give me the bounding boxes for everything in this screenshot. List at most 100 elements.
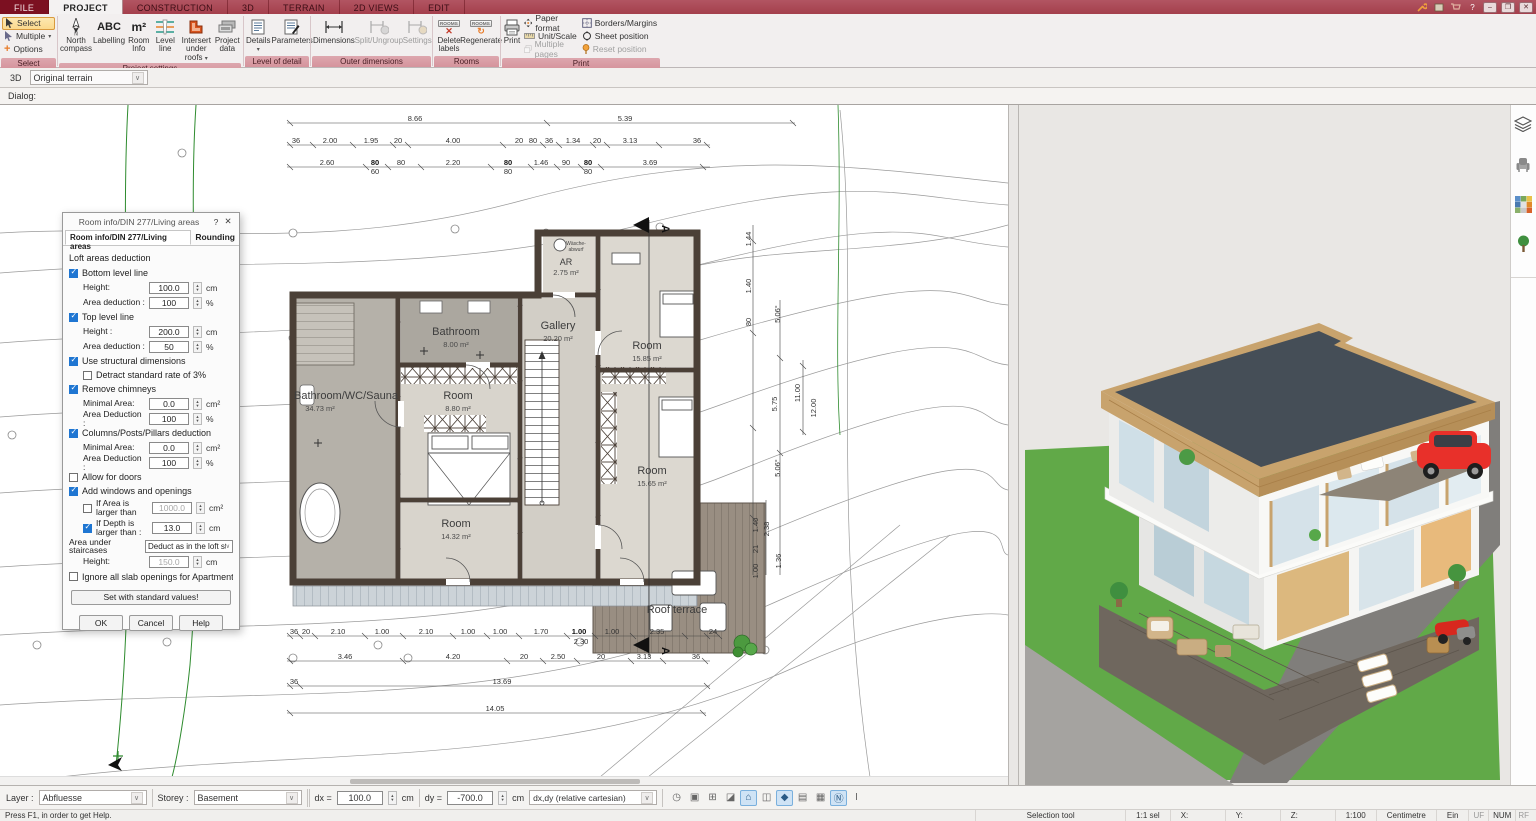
- spinner[interactable]: ▲ ▼: [193, 397, 202, 410]
- spinner[interactable]: ▲ ▼: [193, 441, 202, 454]
- tab-room-info[interactable]: Room info/DIN 277/Living areas: [65, 230, 192, 251]
- texture-view-icon[interactable]: ◫: [758, 790, 775, 806]
- room-info-button[interactable]: m² Room Info: [126, 15, 152, 54]
- tab-2d-views[interactable]: 2D VIEWS: [340, 0, 415, 14]
- dimensions-button[interactable]: Dimensions: [313, 15, 355, 45]
- top-height-input[interactable]: 200.0: [149, 325, 189, 338]
- dialog-titlebar[interactable]: Room info/DIN 277/Living areas ? ✕: [63, 213, 239, 230]
- view-splitter[interactable]: [1008, 105, 1019, 785]
- tab-file[interactable]: FILE: [0, 0, 50, 14]
- render-3d-canvas[interactable]: [1019, 105, 1510, 785]
- top-area-input[interactable]: 50: [149, 340, 189, 353]
- multiple-button[interactable]: Multiple ▾: [2, 30, 55, 43]
- minimize-button[interactable]: –: [1483, 1, 1497, 13]
- ok-button[interactable]: OK: [79, 615, 123, 631]
- regenerate-button[interactable]: ROOMS ↻ Regenerate: [460, 15, 502, 45]
- bottom-level-checkbox[interactable]: [69, 267, 78, 278]
- tab-project[interactable]: PROJECT: [49, 0, 123, 14]
- north-arrow-icon[interactable]: Ⓝ: [830, 789, 848, 806]
- layer-visibility-icon[interactable]: ▤: [794, 790, 811, 806]
- horizontal-scrollbar[interactable]: [0, 776, 1008, 785]
- spinner[interactable]: ▲ ▼: [193, 555, 202, 568]
- columns-area-input[interactable]: 100: [149, 456, 189, 469]
- chimneys-checkbox[interactable]: [69, 383, 78, 394]
- spinner[interactable]: ▲ ▼: [196, 502, 205, 514]
- wrench-icon[interactable]: [1415, 2, 1428, 13]
- multiple-pages-button[interactable]: Multiple pages: [522, 39, 579, 59]
- windows-checkbox[interactable]: [69, 485, 78, 496]
- clock-icon[interactable]: ◷: [668, 790, 685, 806]
- tab-3d[interactable]: 3D: [228, 0, 270, 14]
- package-icon[interactable]: [1432, 2, 1445, 13]
- monitor-icon[interactable]: ▣: [686, 790, 703, 806]
- dy-spinner[interactable]: ▲ ▼: [498, 790, 508, 805]
- furniture-icon[interactable]: [1511, 151, 1535, 177]
- materials-icon[interactable]: [1511, 191, 1535, 217]
- layer-dropdown[interactable]: Abfluesse ∨: [38, 790, 147, 805]
- spinner[interactable]: ▲ ▼: [193, 296, 202, 309]
- coordinate-mode-dropdown[interactable]: dx,dy (relative cartesian) ∨: [529, 790, 658, 805]
- intersect-under-roofs-button[interactable]: Intersert under roofs ▾: [179, 15, 213, 62]
- print-button[interactable]: Print: [503, 15, 521, 45]
- tab-terrain[interactable]: TERRAIN: [269, 0, 340, 14]
- tab-rounding[interactable]: Rounding: [191, 230, 239, 245]
- terrain-select[interactable]: Original terrain ∨: [29, 70, 148, 85]
- cancel-button[interactable]: Cancel: [129, 615, 173, 631]
- status-ein[interactable]: Ein: [1435, 810, 1469, 821]
- chimney-area-input[interactable]: 100: [149, 412, 189, 425]
- details-button[interactable]: Details ▾: [246, 15, 270, 54]
- terrain-view-icon[interactable]: ⌂: [740, 789, 758, 806]
- spinner[interactable]: ▲ ▼: [193, 412, 202, 425]
- if-area-input[interactable]: 1000.0: [152, 502, 192, 514]
- if-depth-checkbox[interactable]: [83, 522, 92, 533]
- dialog-close-button[interactable]: ✕: [222, 216, 234, 227]
- tab-edit[interactable]: EDIT: [414, 0, 465, 14]
- ignore-slab-checkbox[interactable]: [69, 572, 78, 581]
- sheet-position-button[interactable]: Sheet position: [580, 30, 659, 43]
- options-button[interactable]: + Options: [2, 43, 55, 56]
- spinner[interactable]: ▲ ▼: [193, 281, 202, 294]
- close-button[interactable]: ✕: [1519, 1, 1533, 13]
- columns-min-input[interactable]: 0.0: [149, 441, 189, 454]
- cursor-beam-icon[interactable]: I: [848, 790, 865, 806]
- columns-checkbox[interactable]: [69, 427, 78, 438]
- labelling-button[interactable]: ABC Labelling: [93, 15, 125, 45]
- if-area-checkbox[interactable]: [83, 503, 92, 513]
- tab-construction[interactable]: CONSTRUCTION: [123, 0, 228, 14]
- delete-labels-button[interactable]: ROOMS ✕ Delete labels: [435, 15, 463, 54]
- marker-icon[interactable]: ◪: [722, 790, 739, 806]
- spinner[interactable]: ▲ ▼: [193, 456, 202, 469]
- detract-checkbox[interactable]: [83, 370, 92, 380]
- restore-button[interactable]: ❐: [1501, 1, 1515, 13]
- project-data-button[interactable]: Project data: [215, 15, 241, 54]
- stair-height-input[interactable]: 150.0: [149, 555, 189, 568]
- level-line-button[interactable]: Level line: [153, 15, 179, 54]
- select-button[interactable]: Select: [2, 16, 55, 30]
- help-button[interactable]: Help: [179, 615, 223, 631]
- chimney-min-input[interactable]: 0.0: [149, 397, 189, 410]
- spinner[interactable]: ▲ ▼: [196, 522, 205, 534]
- scrollbar-thumb[interactable]: [350, 779, 640, 784]
- north-compass-button[interactable]: N North compass: [60, 15, 92, 54]
- top-level-checkbox[interactable]: [69, 311, 78, 322]
- status-scale[interactable]: 1:100: [1334, 810, 1376, 821]
- plants-icon[interactable]: [1511, 231, 1535, 257]
- reset-position-button[interactable]: Reset position: [580, 43, 659, 56]
- dialog-help-button[interactable]: ?: [210, 217, 222, 227]
- bottom-area-input[interactable]: 100: [149, 296, 189, 309]
- printer-preview-icon[interactable]: ⊞: [704, 790, 721, 806]
- spinner[interactable]: ▲ ▼: [193, 325, 202, 338]
- if-depth-input[interactable]: 13.0: [152, 522, 192, 534]
- set-standard-values-button[interactable]: Set with standard values!: [71, 590, 231, 605]
- bottom-height-input[interactable]: 100.0: [149, 281, 189, 294]
- help-icon[interactable]: ?: [1466, 2, 1479, 13]
- spinner[interactable]: ▲ ▼: [193, 340, 202, 353]
- borders-margins-button[interactable]: Borders/Margins: [580, 17, 659, 30]
- structural-checkbox[interactable]: [69, 355, 78, 366]
- staircases-dropdown[interactable]: Deduct as in the loft stor∨: [145, 539, 233, 553]
- storey-dropdown[interactable]: Basement ∨: [193, 790, 302, 805]
- layers-icon[interactable]: [1511, 111, 1535, 137]
- status-unit[interactable]: Centimetre: [1375, 810, 1436, 821]
- cart-icon[interactable]: [1449, 2, 1462, 13]
- doors-checkbox[interactable]: [69, 472, 78, 482]
